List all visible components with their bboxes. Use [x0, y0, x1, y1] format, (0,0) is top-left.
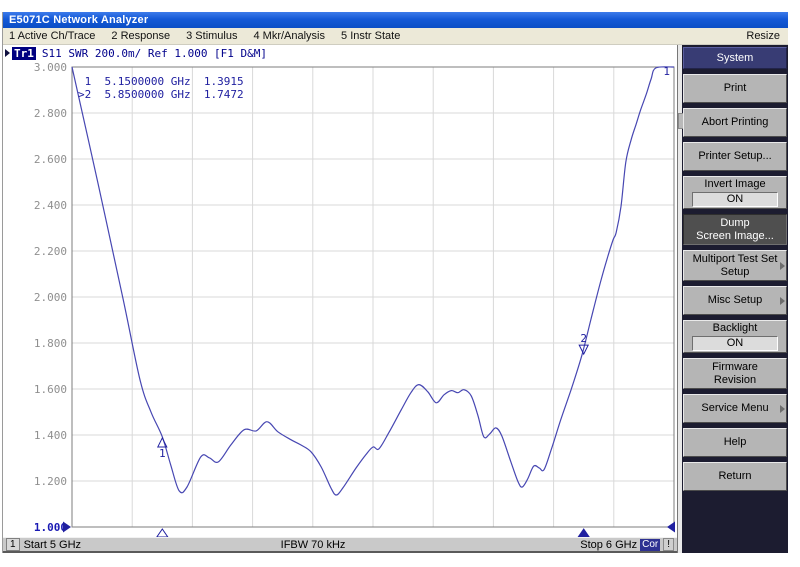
- softkey-label: Backlight: [713, 322, 758, 335]
- alert-indicator: !: [663, 538, 674, 551]
- menu-items: 1 Active Ch/Trace 2 Response 3 Stimulus 4 M…: [9, 30, 400, 42]
- marker-readout-line-2: >2 5.8500000 GHz 1.7472: [78, 88, 244, 101]
- y-axis-tick-label: 1.800: [34, 337, 67, 350]
- analyzer-window: E5071C Network Analyzer 1 Active Ch/Trac…: [2, 12, 788, 553]
- softkey-label: Firmware: [712, 361, 758, 374]
- marker-1-label: 1: [159, 447, 166, 460]
- trace-header[interactable]: Tr1 S11 SWR 200.0m/ Ref 1.000 [F1 D&M]: [5, 46, 267, 60]
- softkey-firmware-revision[interactable]: FirmwareRevision: [683, 358, 787, 389]
- softkey-label: System: [717, 52, 754, 65]
- menu-item-1[interactable]: 1 Active Ch/Trace: [9, 30, 95, 42]
- softkey-misc-setup[interactable]: Misc Setup: [683, 286, 787, 315]
- menu-item-5[interactable]: 5 Instr State: [341, 30, 400, 42]
- softkey-label: Multiport Test Set: [693, 253, 778, 266]
- marker-2-stimulus-indicator[interactable]: [578, 529, 589, 537]
- y-axis-tick-label: 3.000: [34, 61, 67, 74]
- window-title: E5071C Network Analyzer: [9, 14, 148, 26]
- stop-frequency-label[interactable]: Stop 6 GHz: [580, 539, 637, 551]
- y-axis-tick-label: 1.000: [34, 521, 67, 534]
- softkey-label: Revision: [714, 374, 756, 387]
- softkey-return[interactable]: Return: [683, 462, 787, 491]
- softkey-label: Return: [718, 470, 751, 483]
- softkey-label: Misc Setup: [708, 294, 762, 307]
- y-axis-tick-label: 2.600: [34, 153, 67, 166]
- submenu-arrow-icon: [780, 297, 785, 305]
- softkey-label: Setup: [721, 266, 750, 279]
- y-axis-tick-label: 2.800: [34, 107, 67, 120]
- submenu-arrow-icon: [780, 262, 785, 270]
- channel-number-badge: 1: [6, 538, 20, 551]
- menu-item-4[interactable]: 4 Mkr/Analysis: [253, 30, 325, 42]
- trace-number-label: 1: [663, 65, 670, 78]
- title-bar[interactable]: E5071C Network Analyzer: [3, 12, 788, 28]
- softkey-invert-image[interactable]: Invert ImageON: [683, 176, 787, 209]
- y-axis-tick-label: 2.200: [34, 245, 67, 258]
- softkey-label: Screen Image...: [696, 230, 774, 243]
- active-trace-arrow-icon: [5, 49, 10, 57]
- softkey-abort-printing[interactable]: Abort Printing: [683, 108, 787, 137]
- marker-readout: 1 5.1500000 GHz 1.3915>2 5.8500000 GHz 1…: [78, 75, 244, 101]
- trace-name-badge[interactable]: Tr1: [12, 47, 36, 60]
- ifbw-label[interactable]: IFBW 70 kHz: [281, 539, 346, 551]
- softkey-dump-screen-image[interactable]: DumpScreen Image...: [683, 214, 787, 245]
- softkey-label: Dump: [720, 217, 749, 230]
- softkey-label: Help: [724, 436, 747, 449]
- y-axis-tick-label: 2.000: [34, 291, 67, 304]
- softkey-label: Printer Setup...: [698, 150, 771, 163]
- resize-menu-item[interactable]: Resize: [746, 30, 780, 42]
- softkey-system[interactable]: System: [683, 47, 787, 69]
- chart-region: 3.000 2.800 2.600 2.400 2.200 2.000 1.800 1.600…: [3, 45, 677, 537]
- reference-level-arrow-left[interactable]: [63, 522, 71, 533]
- marker-2-label: 2: [580, 332, 587, 345]
- softkey-label: Invert Image: [704, 178, 765, 191]
- menu-bar: 1 Active Ch/Trace 2 Response 3 Stimulus 4 M…: [3, 28, 788, 45]
- softkey-label: Service Menu: [701, 402, 768, 415]
- softkey-menu: System Print Abort Printing Printer Setup..…: [682, 45, 788, 553]
- content-row: 3.000 2.800 2.600 2.400 2.200 2.000 1.800 1.600…: [3, 45, 788, 553]
- status-right-group: Stop 6 GHz Cor !: [580, 538, 674, 551]
- y-axis-tick-label: 1.600: [34, 383, 67, 396]
- softkey-print[interactable]: Print: [683, 74, 787, 103]
- start-frequency-label[interactable]: Start 5 GHz: [24, 539, 81, 551]
- correction-status-badge: Cor: [640, 539, 660, 551]
- softkey-backlight[interactable]: BacklightON: [683, 320, 787, 353]
- softkey-toggle-state[interactable]: ON: [692, 192, 778, 207]
- submenu-arrow-icon: [780, 405, 785, 413]
- softkey-multiport-test-set-setup[interactable]: Multiport Test SetSetup: [683, 250, 787, 281]
- menu-item-2[interactable]: 2 Response: [111, 30, 170, 42]
- softkey-service-menu[interactable]: Service Menu: [683, 394, 787, 423]
- marker-1-stimulus-indicator[interactable]: [157, 529, 168, 537]
- softkey-label: Print: [724, 82, 747, 95]
- main-area: 3.000 2.800 2.600 2.400 2.200 2.000 1.800 1.600…: [3, 45, 677, 553]
- reference-level-arrow-right[interactable]: [667, 522, 675, 533]
- menu-item-3[interactable]: 3 Stimulus: [186, 30, 237, 42]
- marker-readout-line-1: 1 5.1500000 GHz 1.3915: [78, 75, 244, 88]
- y-axis-tick-label: 1.400: [34, 429, 67, 442]
- y-axis-tick-label: 2.400: [34, 199, 67, 212]
- swr-chart: 3.000 2.800 2.600 2.400 2.200 2.000 1.800 1.600…: [3, 45, 677, 537]
- softkey-toggle-state[interactable]: ON: [692, 336, 778, 351]
- softkey-printer-setup[interactable]: Printer Setup...: [683, 142, 787, 171]
- y-axis-tick-label: 1.200: [34, 475, 67, 488]
- softkey-help[interactable]: Help: [683, 428, 787, 457]
- softkey-label: Abort Printing: [702, 116, 769, 129]
- status-bar: 1 Start 5 GHz IFBW 70 kHz Stop 6 GHz Cor…: [3, 537, 677, 553]
- softkey-scrollbar[interactable]: [677, 45, 682, 553]
- trace-format-text: S11 SWR 200.0m/ Ref 1.000 [F1 D&M]: [42, 47, 267, 60]
